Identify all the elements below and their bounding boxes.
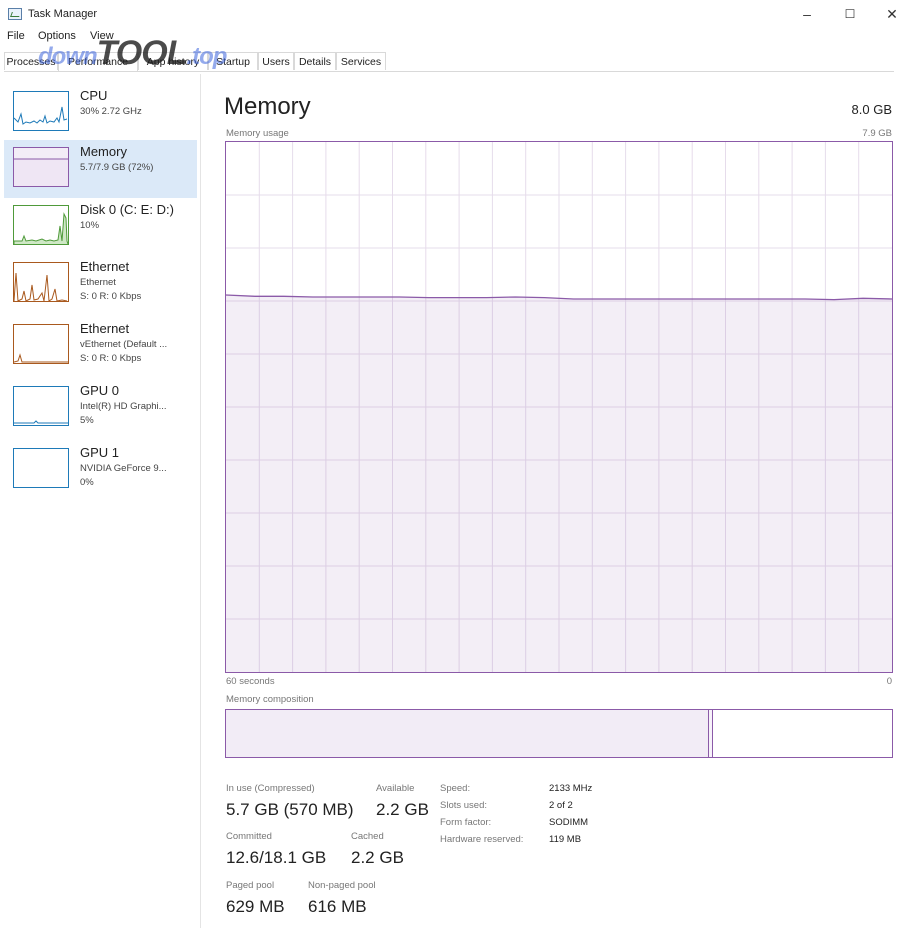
sidebar-item-detail: 5.7/7.9 GB (72%) bbox=[80, 162, 154, 173]
gpu0-thumbnail bbox=[13, 386, 69, 426]
gpu1-thumbnail bbox=[13, 448, 69, 488]
memory-usage-label: Memory usage bbox=[226, 128, 289, 139]
sidebar-item-label: CPU bbox=[80, 88, 108, 103]
tab-users[interactable]: Users bbox=[258, 52, 294, 70]
sidebar-item-ethernet-2[interactable]: Ethernet vEthernet (Default ... S: 0 R: … bbox=[4, 317, 197, 375]
sidebar-item-detail: NVIDIA GeForce 9... bbox=[80, 463, 167, 474]
sidebar-item-label: Ethernet bbox=[80, 321, 130, 336]
sidebar-item-detail: Ethernet bbox=[80, 277, 116, 288]
available-label: Available bbox=[376, 783, 415, 794]
memory-composition-label: Memory composition bbox=[226, 694, 314, 705]
sidebar-item-utilization: 5% bbox=[80, 415, 94, 426]
memory-usage-max: 7.9 GB bbox=[862, 128, 892, 139]
memory-total: 8.0 GB bbox=[851, 102, 892, 117]
form-factor-value: SODIMM bbox=[549, 817, 589, 828]
non-paged-pool-label: Non-paged pool bbox=[308, 880, 376, 891]
maximize-button[interactable]: ☐ bbox=[835, 4, 865, 24]
cpu-thumbnail bbox=[13, 91, 69, 131]
paged-pool-label: Paged pool bbox=[226, 880, 275, 891]
sidebar-item-detail: 30% 2.72 GHz bbox=[80, 106, 142, 117]
composition-modified bbox=[709, 710, 713, 757]
memory-usage-area bbox=[226, 294, 892, 672]
sidebar-item-label: GPU 1 bbox=[80, 445, 120, 460]
sidebar-item-utilization: 0% bbox=[80, 477, 94, 488]
vethernet-thumbnail bbox=[13, 324, 69, 364]
sidebar-item-label: Ethernet bbox=[80, 259, 130, 274]
graph-time-axis-end: 0 bbox=[886, 676, 892, 687]
in-use-value: 5.7 GB (570 MB) bbox=[226, 800, 354, 819]
cached-value: 2.2 GB bbox=[351, 848, 404, 867]
close-button[interactable]: ✕ bbox=[877, 4, 900, 24]
in-use-label: In use (Compressed) bbox=[226, 783, 315, 794]
hardware-reserved-label: Hardware reserved: bbox=[440, 834, 524, 845]
sidebar: CPU 30% 2.72 GHz Memory 5.7/7.9 GB (72%)… bbox=[0, 74, 201, 928]
sidebar-item-disk[interactable]: Disk 0 (C: E: D:) 10% bbox=[4, 198, 197, 256]
menu-file[interactable]: File bbox=[7, 30, 25, 42]
sidebar-item-label: Disk 0 (C: E: D:) bbox=[80, 202, 174, 217]
disk-thumbnail bbox=[13, 205, 69, 245]
hardware-reserved-value: 119 MB bbox=[549, 834, 582, 845]
sidebar-item-detail: vEthernet (Default ... bbox=[80, 339, 168, 350]
graph-time-axis-start: 60 seconds bbox=[226, 676, 275, 687]
sidebar-item-throughput: S: 0 R: 0 Kbps bbox=[80, 291, 142, 302]
committed-label: Committed bbox=[226, 831, 272, 842]
committed-value: 12.6/18.1 GB bbox=[226, 848, 327, 867]
minimize-button[interactable]: – bbox=[792, 4, 822, 24]
slots-used-label: Slots used: bbox=[440, 800, 487, 811]
tab-details[interactable]: Details bbox=[294, 52, 336, 70]
window-title: Task Manager bbox=[28, 8, 98, 20]
sidebar-item-throughput: S: 0 R: 0 Kbps bbox=[80, 353, 142, 364]
sidebar-item-detail: 10% bbox=[80, 220, 100, 231]
slots-used-value: 2 of 2 bbox=[549, 800, 573, 811]
sidebar-item-ethernet-1[interactable]: Ethernet Ethernet S: 0 R: 0 Kbps bbox=[4, 255, 197, 313]
speed-value: 2133 MHz bbox=[549, 783, 593, 794]
form-factor-label: Form factor: bbox=[440, 817, 492, 828]
memory-usage-graph bbox=[225, 141, 893, 673]
ethernet-thumbnail bbox=[13, 262, 69, 302]
tab-services[interactable]: Services bbox=[336, 52, 386, 70]
watermark: downTOOL.top bbox=[38, 34, 227, 72]
page-title: Memory bbox=[224, 93, 311, 120]
memory-thumbnail bbox=[13, 147, 69, 187]
sidebar-item-detail: Intel(R) HD Graphi... bbox=[80, 401, 167, 412]
sidebar-item-gpu-0[interactable]: GPU 0 Intel(R) HD Graphi... 5% bbox=[4, 379, 197, 437]
memory-composition-bar bbox=[225, 709, 893, 758]
composition-in-use bbox=[226, 710, 709, 757]
available-value: 2.2 GB bbox=[376, 800, 429, 819]
sidebar-item-label: GPU 0 bbox=[80, 383, 120, 398]
sidebar-item-gpu-1[interactable]: GPU 1 NVIDIA GeForce 9... 0% bbox=[4, 441, 197, 499]
title-bar: Task Manager – ☐ ✕ bbox=[0, 0, 900, 28]
task-manager-icon bbox=[8, 8, 22, 20]
paged-pool-value: 629 MB bbox=[226, 897, 285, 916]
memory-usage-chart bbox=[225, 142, 893, 672]
cached-label: Cached bbox=[351, 831, 384, 842]
non-paged-pool-value: 616 MB bbox=[308, 897, 367, 916]
sidebar-item-label: Memory bbox=[80, 144, 127, 159]
speed-label: Speed: bbox=[440, 783, 471, 794]
sidebar-item-cpu[interactable]: CPU 30% 2.72 GHz bbox=[4, 84, 197, 142]
sidebar-item-memory[interactable]: Memory 5.7/7.9 GB (72%) bbox=[4, 140, 197, 198]
